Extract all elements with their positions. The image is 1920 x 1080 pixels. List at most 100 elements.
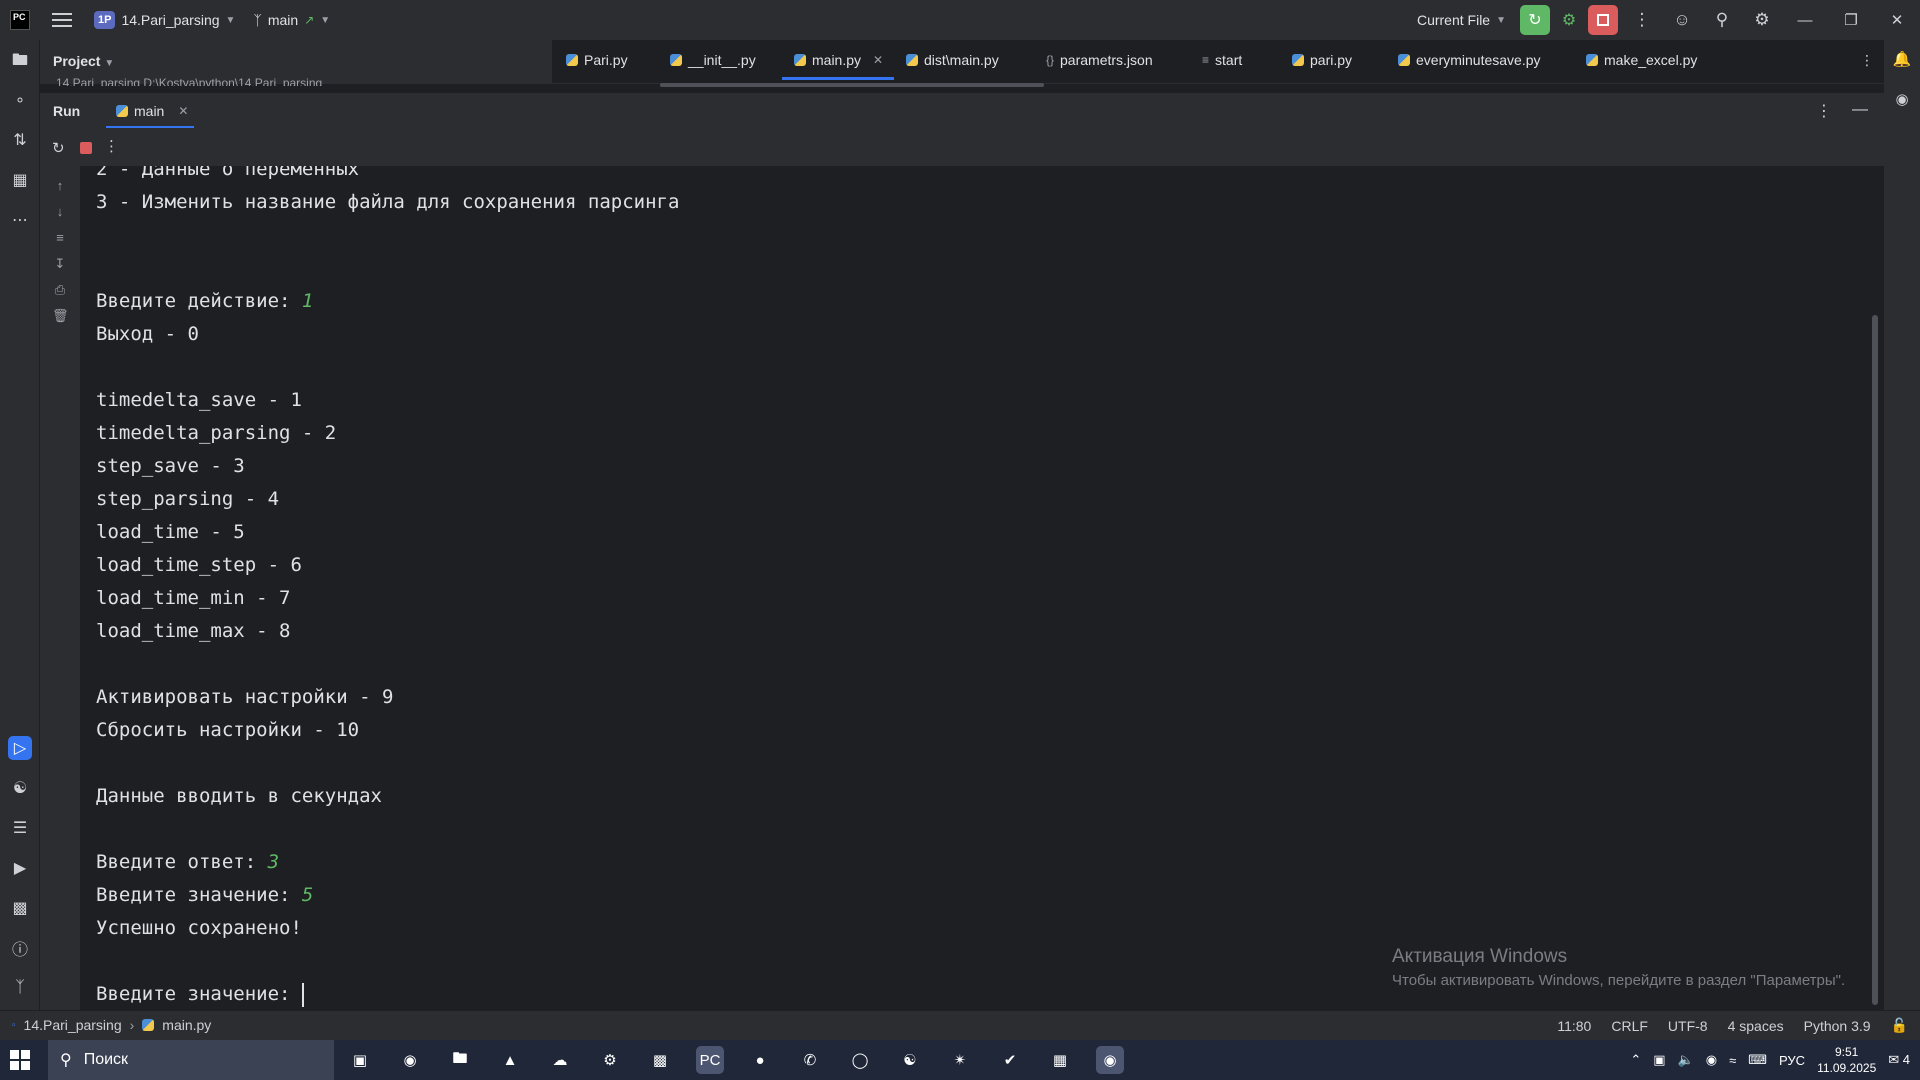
steam-icon[interactable]: ⚙ [596, 1046, 624, 1074]
taskbar-clock[interactable]: 9:51 11.09.2025 [1817, 1044, 1876, 1076]
terminal-icon[interactable]: ▩ [8, 896, 32, 920]
search-icon[interactable]: ⚲ [1702, 10, 1742, 30]
commit-icon[interactable]: ∘ [8, 88, 32, 112]
file-encoding[interactable]: UTF-8 [1668, 1018, 1708, 1034]
pull-requests-icon[interactable]: ⇅ [8, 128, 32, 152]
tab-main-py[interactable]: main.py ✕ [794, 52, 883, 68]
rerun-button[interactable]: ↻ [1520, 5, 1550, 35]
windows-start-icon[interactable] [10, 1050, 30, 1070]
file-explorer-icon[interactable]: 🖿 [446, 1046, 474, 1074]
print-icon[interactable]: ⎙ [52, 282, 68, 298]
tab-make-excel-py[interactable]: make_excel.py [1586, 52, 1697, 68]
tab-everyminutesave-py[interactable]: everyminutesave.py [1398, 52, 1541, 68]
more-vertical-icon[interactable]: ⋮ [104, 137, 119, 155]
rerun-icon[interactable]: ↻ [52, 139, 65, 157]
app-icon[interactable]: ▲ [496, 1046, 524, 1074]
wifi-icon[interactable]: ≈ [1729, 1053, 1736, 1068]
git-icon[interactable]: ᛉ [8, 976, 32, 1000]
tabs-scrollbar[interactable] [660, 83, 1044, 87]
app-icon[interactable]: ☁ [546, 1046, 574, 1074]
indent-setting[interactable]: 4 spaces [1728, 1018, 1784, 1034]
app-icon[interactable]: ◯ [846, 1046, 874, 1074]
tab-label: dist\main.py [924, 52, 999, 68]
console-line: 3 - Изменить название файла для сохранен… [96, 191, 680, 213]
minimize-button[interactable]: — [1782, 12, 1828, 29]
line-separator[interactable]: CRLF [1611, 1018, 1648, 1034]
soft-wrap-icon[interactable]: ≡ [52, 230, 68, 245]
console-output[interactable]: 2 - Данные о переменных 3 - Изменить наз… [80, 166, 1872, 1010]
keyboard-icon[interactable]: ⌨ [1748, 1052, 1767, 1068]
ai-assistant-icon[interactable]: ◉ [1891, 90, 1913, 112]
volume-icon[interactable]: 🔈 [1678, 1052, 1694, 1068]
project-tree-root[interactable]: 14.Pari_parsing D:\Kostya\python\14.Pari… [56, 76, 536, 86]
close-tab-icon[interactable]: ✕ [873, 53, 883, 67]
project-folder-icon[interactable]: 🖿 [8, 50, 32, 74]
chrome-icon[interactable]: ◉ [1096, 1046, 1124, 1074]
breadcrumb-project[interactable]: 14.Pari_parsing [24, 1017, 122, 1033]
console-line: Сбросить настройки - 10 [96, 719, 360, 741]
branch-switcher[interactable]: ᛉ main ↗ ▼ [253, 12, 330, 28]
stop-icon[interactable] [80, 142, 92, 154]
breadcrumb-file[interactable]: main.py [162, 1017, 211, 1033]
scroll-up-icon[interactable]: ↑ [52, 178, 68, 193]
project-switcher[interactable]: 1P 14.Pari_parsing ▼ [94, 11, 235, 29]
close-run-tab-icon[interactable]: ✕ [178, 104, 188, 118]
tab-pari-py[interactable]: Pari.py [566, 52, 628, 68]
services-icon[interactable]: ▶ [8, 856, 32, 880]
settings-gear-icon[interactable]: ⚙ [1742, 10, 1782, 30]
problems-icon[interactable]: ⓘ [8, 936, 32, 960]
python-interpreter[interactable]: Python 3.9 [1804, 1018, 1871, 1034]
debug-bug-icon[interactable]: ⚙ [1554, 5, 1584, 35]
app-icon[interactable]: ● [746, 1046, 774, 1074]
tab-label: Pari.py [584, 52, 628, 68]
project-label: Project [53, 53, 101, 69]
whatsapp-icon[interactable]: ✆ [796, 1046, 824, 1074]
task-view-icon[interactable]: ▣ [346, 1046, 374, 1074]
tab-label: make_excel.py [1604, 52, 1698, 68]
more-vertical-icon[interactable]: ⋮ [1816, 101, 1832, 121]
project-panel-header: Project ▼ 14.Pari_parsing D:\Kostya\pyth… [40, 40, 552, 86]
run-config-selector[interactable]: Current File ▼ [1417, 12, 1506, 28]
more-tools-icon[interactable]: ⋯ [8, 208, 32, 232]
tab-pari-py-2[interactable]: pari.py [1292, 52, 1352, 68]
tray-app-icon[interactable]: ▣ [1653, 1052, 1665, 1068]
tray-app-icon[interactable]: ◉ [1706, 1052, 1717, 1068]
clear-trash-icon[interactable]: 🗑 [52, 308, 69, 324]
tab-init-py[interactable]: __init__.py [670, 52, 756, 68]
structure-icon[interactable]: ▦ [8, 168, 32, 192]
tab-start[interactable]: ≡ start [1202, 52, 1242, 68]
python-console-icon[interactable]: ☯ [8, 776, 32, 800]
terminal-app-icon[interactable]: ▩ [646, 1046, 674, 1074]
hide-panel-icon[interactable]: — [1852, 101, 1868, 121]
tab-parametrs-json[interactable]: {} parametrs.json [1046, 52, 1153, 68]
restore-button[interactable]: ❐ [1828, 11, 1874, 29]
console-scrollbar[interactable] [1872, 315, 1878, 1005]
main-menu-icon[interactable] [52, 10, 72, 30]
todo-app-icon[interactable]: ✔ [996, 1046, 1024, 1074]
lock-icon[interactable]: 🔓 [1891, 1017, 1908, 1034]
notifications-icon[interactable]: ✉ 4 [1888, 1052, 1910, 1068]
scroll-to-end-icon[interactable]: ↧ [52, 256, 68, 272]
console-input-line[interactable]: Введите значение: [96, 981, 304, 1007]
pycharm-app-icon[interactable]: PC [696, 1046, 724, 1074]
project-panel-title[interactable]: Project ▼ [53, 53, 114, 69]
app-icon[interactable]: ☯ [896, 1046, 924, 1074]
app-icon[interactable]: ✴ [946, 1046, 974, 1074]
tray-chevron-up-icon[interactable]: ⌃ [1630, 1052, 1641, 1068]
more-tabs-icon[interactable]: ⋮ [1860, 52, 1874, 69]
run-tool-icon[interactable]: ▷ [8, 736, 32, 760]
caret-position[interactable]: 11:80 [1557, 1018, 1591, 1034]
notifications-bell-icon[interactable]: 🔔 [1891, 50, 1913, 72]
close-window-button[interactable]: ✕ [1874, 11, 1920, 29]
app-icon[interactable]: ▦ [1046, 1046, 1074, 1074]
chrome-icon[interactable]: ◉ [396, 1046, 424, 1074]
taskbar-search[interactable]: ⚲ Поиск [48, 1040, 334, 1080]
python-packages-icon[interactable]: ☰ [8, 816, 32, 840]
add-user-icon[interactable]: ☺ [1662, 10, 1702, 30]
scroll-down-icon[interactable]: ↓ [52, 204, 68, 219]
tab-dist-main-py[interactable]: dist\main.py [906, 52, 999, 68]
input-language[interactable]: РУС [1779, 1053, 1805, 1068]
more-vertical-icon[interactable]: ⋮ [1622, 10, 1662, 30]
stop-button[interactable] [1588, 5, 1618, 35]
run-tab-main[interactable]: main ✕ [106, 97, 198, 125]
